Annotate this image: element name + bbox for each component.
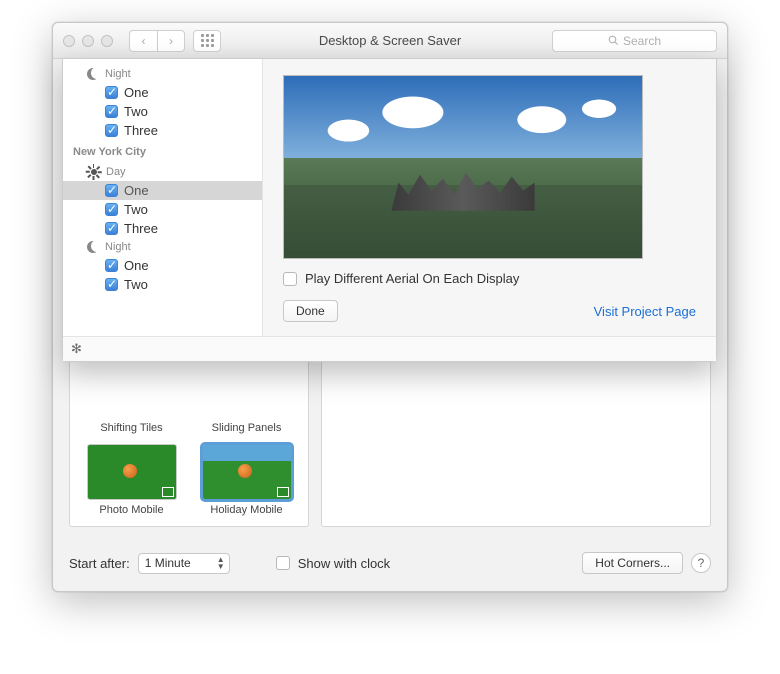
- nav-buttons: ‹ ›: [129, 30, 185, 52]
- aerial-options-sheet: Night One Two Three New York City Day On…: [62, 58, 717, 362]
- play-different-row: Play Different Aerial On Each Display: [283, 271, 696, 286]
- checkbox[interactable]: [105, 259, 118, 272]
- saver-photo-wall[interactable]: [84, 526, 179, 527]
- checkbox[interactable]: [105, 203, 118, 216]
- skyline-graphic: [391, 171, 534, 211]
- item-night2-one[interactable]: One: [63, 256, 262, 275]
- start-after-select[interactable]: 1 Minute ▲▼: [138, 553, 230, 574]
- search-placeholder: Search: [623, 34, 661, 48]
- group-nyc: New York City: [63, 140, 262, 162]
- show-all-button[interactable]: [193, 30, 221, 52]
- item-day-two[interactable]: Two: [63, 200, 262, 219]
- close-traffic[interactable]: [63, 35, 75, 47]
- play-different-label: Play Different Aerial On Each Display: [305, 271, 519, 286]
- saver-label: Shifting Tiles: [84, 422, 179, 434]
- visit-project-link[interactable]: Visit Project Page: [594, 304, 696, 319]
- play-different-checkbox[interactable]: [283, 272, 297, 286]
- help-button[interactable]: ?: [691, 553, 711, 573]
- checkbox[interactable]: [105, 86, 118, 99]
- group-day: Day: [63, 162, 262, 181]
- bottom-bar: Start after: 1 Minute ▲▼ Show with clock…: [69, 549, 711, 577]
- saver-holiday-mobile[interactable]: Holiday Mobile: [199, 444, 294, 516]
- sun-icon: [87, 165, 100, 178]
- checkbox[interactable]: [105, 184, 118, 197]
- back-button[interactable]: ‹: [129, 30, 157, 52]
- checkbox[interactable]: [105, 278, 118, 291]
- saver-label: Photo Mobile: [84, 504, 179, 516]
- forward-button[interactable]: ›: [157, 30, 185, 52]
- hot-corners-button[interactable]: Hot Corners...: [582, 552, 683, 574]
- saver-label: Sliding Panels: [199, 422, 294, 434]
- start-after-label: Start after:: [69, 556, 130, 571]
- start-after-value: 1 Minute: [145, 556, 191, 570]
- sheet-right-pane: Play Different Aerial On Each Display Do…: [263, 59, 716, 361]
- minimize-traffic[interactable]: [82, 35, 94, 47]
- moon-icon: [87, 241, 99, 253]
- item-day-three[interactable]: Three: [63, 219, 262, 238]
- grid-icon: [201, 34, 214, 47]
- saver-grid: Shifting Tiles Sliding Panels Photo Mobi…: [70, 352, 308, 527]
- titlebar: ‹ › Desktop & Screen Saver Search: [53, 23, 727, 59]
- video-tree[interactable]: Night One Two Three New York City Day On…: [63, 59, 263, 336]
- checkbox[interactable]: [105, 222, 118, 235]
- item-day-one-selected[interactable]: One: [63, 181, 262, 200]
- stepper-icon: ▲▼: [217, 556, 225, 570]
- item-night-one[interactable]: One: [63, 83, 262, 102]
- checkbox[interactable]: [105, 105, 118, 118]
- checkbox[interactable]: [105, 124, 118, 137]
- done-button[interactable]: Done: [283, 300, 338, 322]
- video-preview: [283, 75, 643, 259]
- traffic-lights: [63, 35, 113, 47]
- saver-photo-mobile[interactable]: Photo Mobile: [84, 444, 179, 516]
- search-input[interactable]: Search: [552, 30, 717, 52]
- group-night-2: Night: [63, 238, 262, 256]
- saver-sliding-panels[interactable]: Sliding Panels: [199, 362, 294, 434]
- show-clock-label: Show with clock: [298, 556, 390, 571]
- search-icon: [608, 35, 619, 46]
- zoom-traffic[interactable]: [101, 35, 113, 47]
- gear-icon[interactable]: ✻: [71, 341, 82, 357]
- show-clock-checkbox[interactable]: [276, 556, 290, 570]
- saver-unknown[interactable]: [199, 526, 294, 527]
- item-night-two[interactable]: Two: [63, 102, 262, 121]
- saver-shifting-tiles[interactable]: Shifting Tiles: [84, 362, 179, 434]
- item-night-three[interactable]: Three: [63, 121, 262, 140]
- moon-icon: [87, 68, 99, 80]
- item-night2-two[interactable]: Two: [63, 275, 262, 294]
- saver-label: Holiday Mobile: [199, 504, 294, 516]
- group-night-1: Night: [63, 65, 262, 83]
